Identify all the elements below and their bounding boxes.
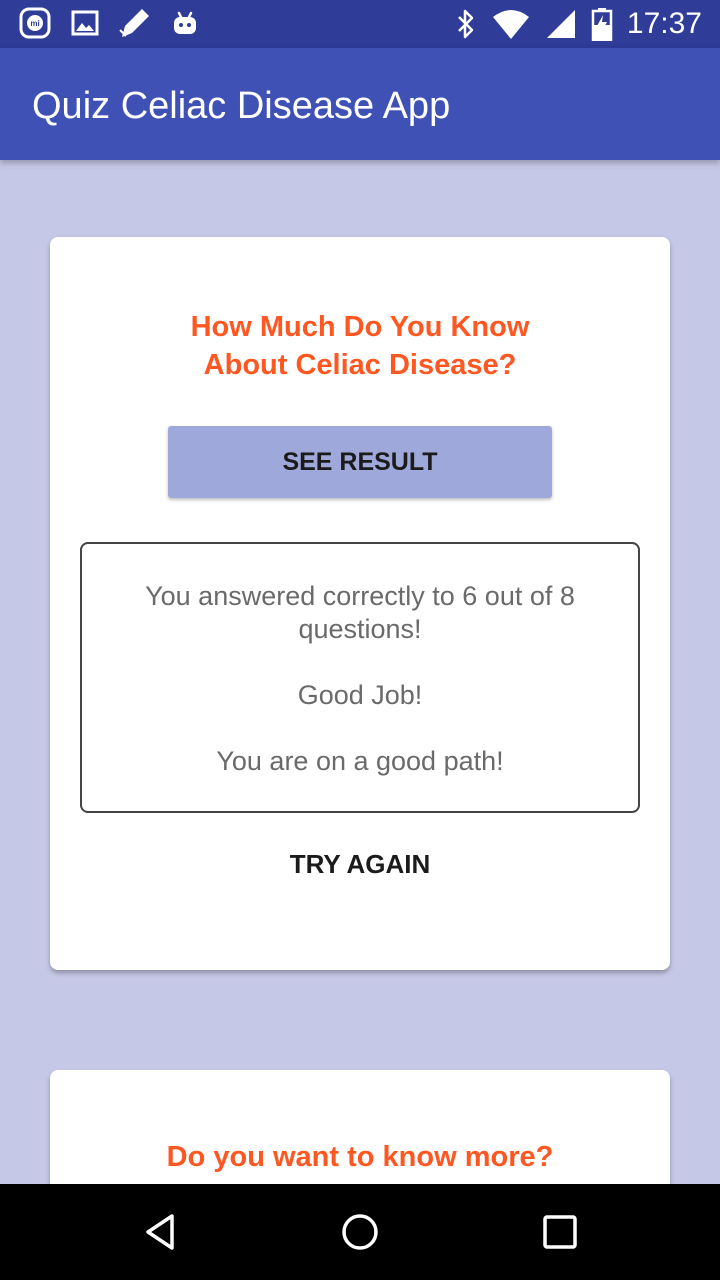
notification-icons: mi	[18, 6, 202, 40]
app-title: Quiz Celiac Disease App	[32, 85, 451, 127]
android-icon	[168, 6, 202, 40]
result-line3: Good Job!	[297, 680, 423, 710]
quiz-title-line2: About Celiac Disease?	[203, 349, 517, 381]
result-line4: You are on a good path!	[216, 746, 504, 776]
back-icon[interactable]	[136, 1208, 184, 1256]
more-info-title: Do you want to know more?	[166, 1141, 554, 1173]
result-line2: questions!	[298, 614, 422, 644]
result-line1: You answered correctly to 6 out of 8	[145, 581, 575, 611]
signal-icon	[546, 10, 575, 38]
bluetooth-icon	[458, 9, 474, 39]
wifi-icon	[492, 10, 529, 39]
system-icons: 17:37	[455, 6, 702, 42]
result-card: How Much Do You Know About Celiac Diseas…	[50, 237, 670, 970]
clock: 17:37	[626, 7, 702, 40]
status-bar: mi 17:37	[0, 0, 720, 48]
pen-icon	[118, 6, 152, 40]
app-bar: Quiz Celiac Disease App	[0, 48, 720, 160]
mi-icon: mi	[18, 6, 52, 40]
recents-icon[interactable]	[536, 1208, 584, 1256]
home-icon[interactable]	[336, 1208, 384, 1256]
more-info-card: Do you want to know more?	[50, 1070, 670, 1184]
quiz-title-line1: How Much Do You Know	[190, 311, 530, 343]
battery-charging-icon	[591, 8, 613, 41]
result-box: You answered correctly to 6 out of 8 que…	[80, 542, 640, 813]
image-icon	[68, 6, 102, 40]
see-result-button[interactable]: SEE RESULT	[168, 426, 552, 498]
scroll-content[interactable]: How Much Do You Know About Celiac Diseas…	[0, 160, 720, 1184]
navigation-bar	[0, 1184, 720, 1280]
try-again-button[interactable]: TRY AGAIN	[230, 840, 490, 888]
svg-text:mi: mi	[30, 19, 39, 28]
